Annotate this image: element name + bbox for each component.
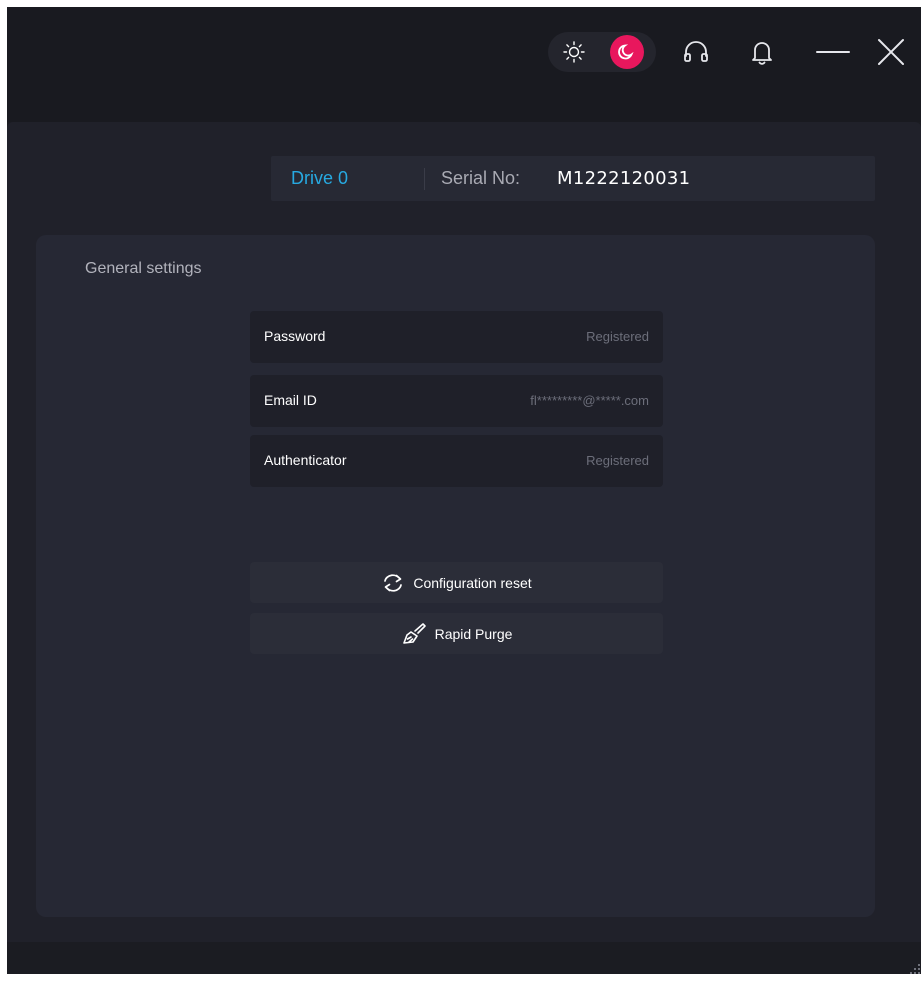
configuration-reset-button[interactable]: Configuration reset	[250, 562, 663, 603]
row-value: Registered	[586, 329, 649, 344]
title-bar	[7, 7, 921, 122]
sun-icon[interactable]	[562, 40, 586, 64]
rapid-purge-button[interactable]: Rapid Purge	[250, 613, 663, 654]
row-value: fl*********@*****.com	[530, 393, 649, 408]
serial-label: Serial No:	[441, 168, 521, 188]
divider	[424, 168, 425, 190]
close-icon[interactable]	[875, 37, 907, 67]
general-settings-card: General settings Password Registered Ema…	[36, 235, 875, 917]
password-row[interactable]: Password Registered	[250, 311, 663, 363]
row-label: Email ID	[264, 392, 317, 408]
rapid-purge-label: Rapid Purge	[434, 625, 513, 642]
theme-toggle[interactable]	[548, 32, 656, 72]
section-title: General settings	[85, 260, 202, 277]
drive-selector[interactable]: Drive 0	[291, 168, 348, 189]
resize-grip[interactable]	[909, 962, 921, 974]
row-label: Password	[264, 328, 326, 344]
row-value: Registered	[586, 453, 649, 468]
authenticator-row[interactable]: Authenticator Registered	[250, 435, 663, 487]
moon-icon[interactable]	[610, 35, 644, 69]
minimize-icon[interactable]	[815, 37, 851, 67]
email-row[interactable]: Email ID fl*********@*****.com	[250, 375, 663, 427]
bell-icon[interactable]	[747, 37, 777, 67]
refresh-icon	[381, 572, 405, 594]
content-panel: Drive 0 Serial No: M1222120031 General s…	[7, 122, 921, 942]
app-window: Drive 0 Serial No: M1222120031 General s…	[7, 7, 921, 974]
serial-value: M1222120031	[557, 168, 691, 189]
brush-icon	[401, 622, 427, 646]
drive-info-bar: Drive 0 Serial No: M1222120031	[271, 156, 875, 201]
headset-icon[interactable]	[681, 37, 711, 67]
row-label: Authenticator	[264, 452, 347, 468]
configuration-reset-label: Configuration reset	[413, 574, 532, 591]
